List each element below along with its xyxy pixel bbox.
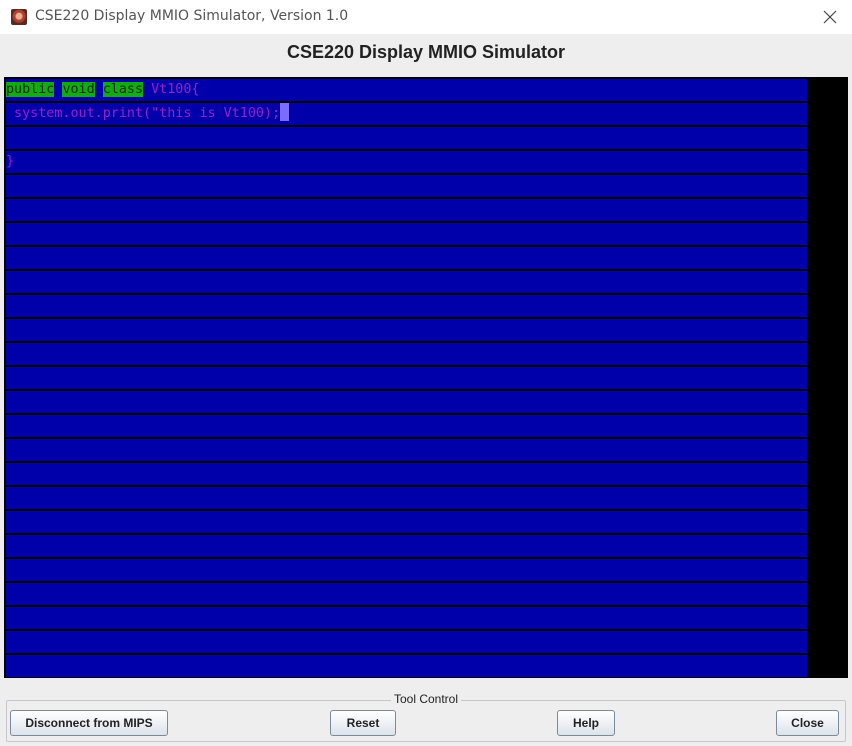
display-rows: public void class Vt100{ system.out.prin…: [6, 79, 807, 679]
display-row: [6, 175, 807, 197]
display-row: [6, 271, 807, 293]
page-title: CSE220 Display MMIO Simulator: [286, 42, 566, 62]
display-row: [6, 391, 807, 413]
display-row: [6, 367, 807, 389]
display-row: [6, 439, 807, 461]
close-icon[interactable]: [820, 7, 840, 27]
display-screen[interactable]: public void class Vt100{ system.out.prin…: [4, 77, 848, 678]
close-button[interactable]: Close: [776, 710, 839, 736]
class-name-text: Vt100{: [151, 82, 200, 97]
display-row: [6, 343, 807, 365]
display-row: [6, 535, 807, 557]
display-row: [6, 199, 807, 221]
app-icon: [11, 9, 27, 25]
display-row: [6, 511, 807, 533]
display-row: [6, 487, 807, 509]
display-row: [6, 127, 807, 149]
keyword-public: public: [6, 82, 55, 97]
display-row: [6, 583, 807, 605]
reset-button[interactable]: Reset: [330, 710, 396, 736]
code-line-text: }: [6, 154, 15, 169]
tool-control-group: Tool Control Disconnect from MIPS Reset …: [6, 692, 846, 742]
code-line-text: system.out.print("this is Vt100);: [6, 106, 281, 121]
display-row: [6, 319, 807, 341]
display-row: [6, 223, 807, 245]
display-row: [6, 463, 807, 485]
tool-control-label-text: Tool Control: [390, 692, 462, 706]
display-row: [6, 631, 807, 653]
display-row: public void class Vt100{: [6, 79, 807, 101]
display-row: [6, 655, 807, 677]
title-bar: CSE220 Display MMIO Simulator, Version 1…: [0, 0, 852, 34]
keyword-void: void: [62, 82, 95, 97]
display-row: [6, 607, 807, 629]
display-row: [6, 415, 807, 437]
help-button[interactable]: Help: [557, 710, 615, 736]
keyword-class: class: [102, 82, 144, 97]
text-cursor: [280, 103, 290, 121]
display-row: [6, 559, 807, 581]
window-title: CSE220 Display MMIO Simulator, Version 1…: [35, 8, 349, 24]
display-row: [6, 295, 807, 317]
disconnect-button[interactable]: Disconnect from MIPS: [10, 710, 168, 736]
tool-control-label: Tool Control: [7, 692, 845, 706]
display-row: [6, 247, 807, 269]
display-row: }: [6, 151, 807, 173]
main-panel: CSE220 Display MMIO Simulator public voi…: [0, 34, 852, 746]
display-row: system.out.print("this is Vt100);: [6, 103, 807, 125]
